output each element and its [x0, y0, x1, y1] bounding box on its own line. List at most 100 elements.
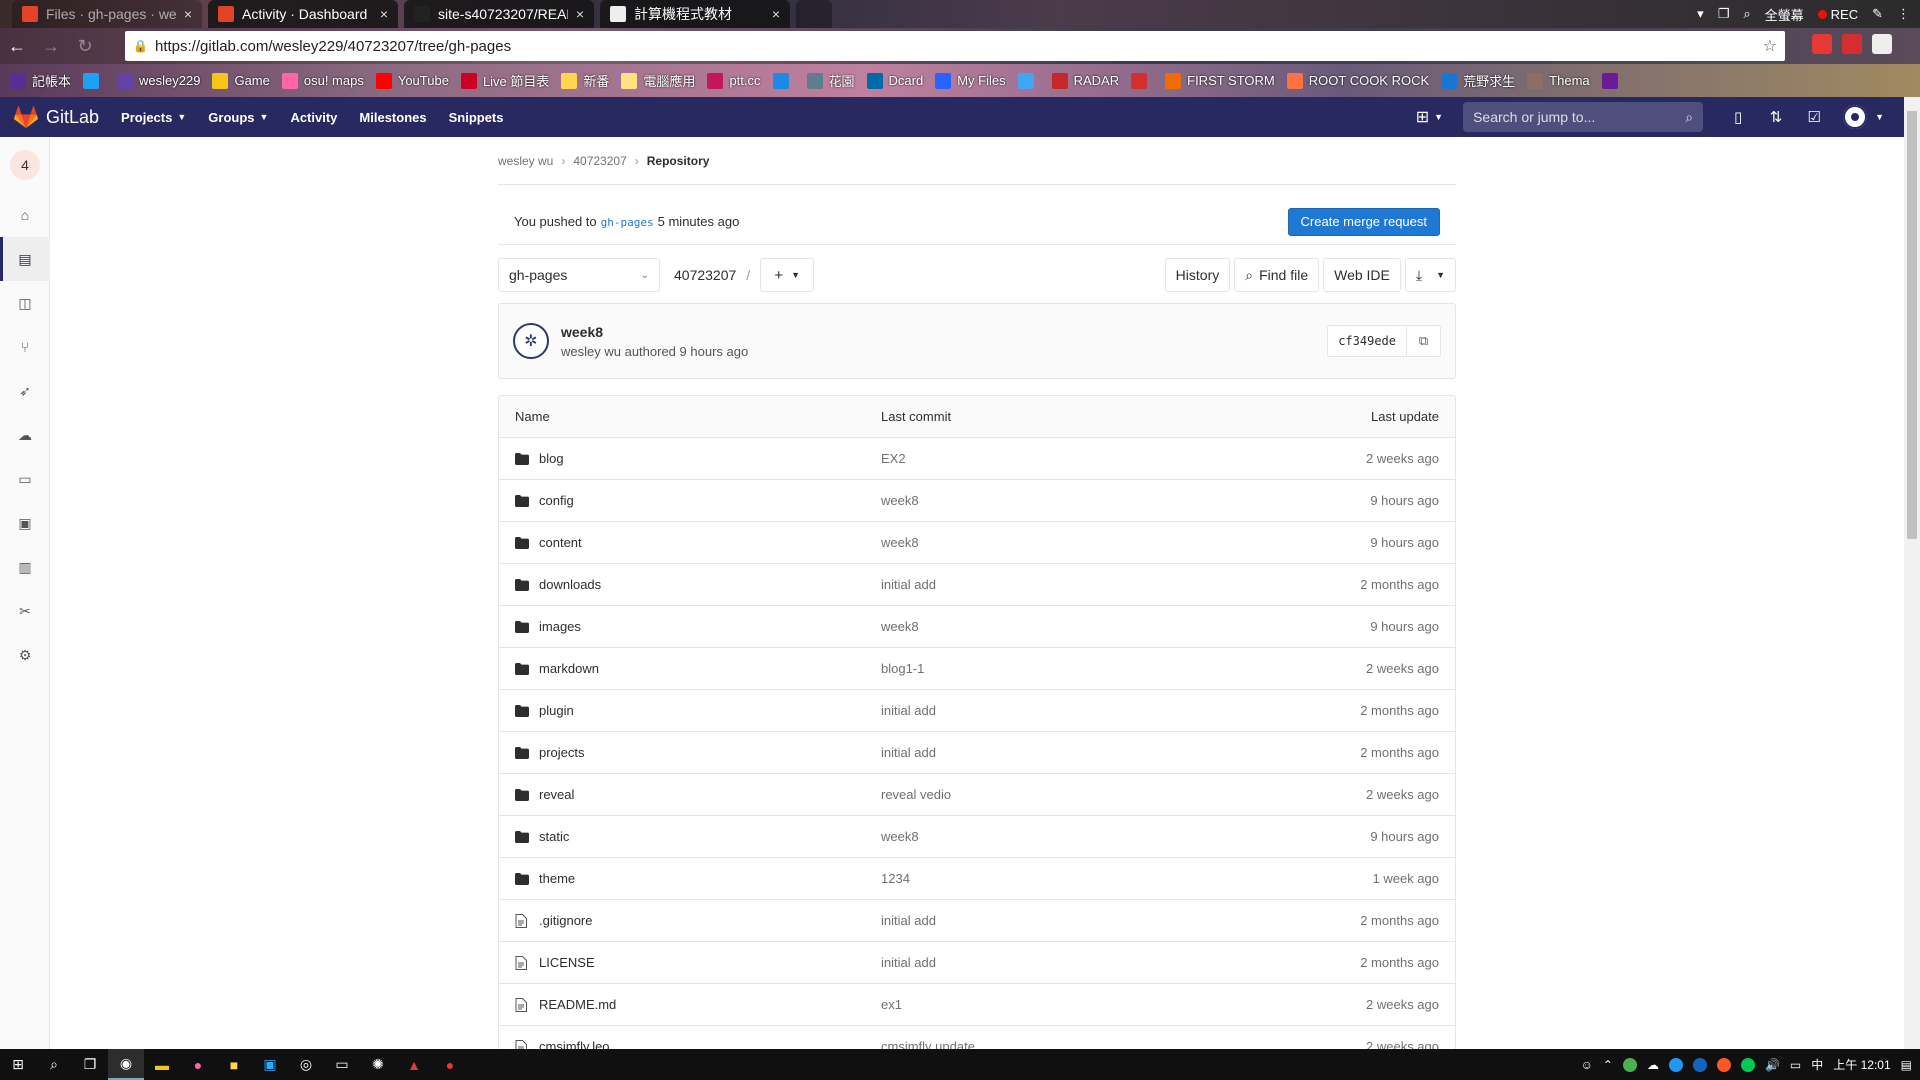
ime-icon[interactable]: 中: [1811, 1056, 1823, 1073]
gitlab-logo[interactable]: GitLab: [14, 106, 99, 128]
new-tab-button[interactable]: [796, 0, 832, 28]
bookmark-item[interactable]: RADAR: [1051, 72, 1119, 89]
menu-projects[interactable]: Projects ▼: [121, 110, 186, 125]
bookmark-item[interactable]: 新番: [561, 71, 609, 90]
todo-icon[interactable]: ☑: [1795, 108, 1833, 126]
file-name-link[interactable]: theme: [539, 871, 575, 886]
sidebar-item-wiki[interactable]: ▥: [0, 545, 50, 589]
bookmark-item[interactable]: [1601, 72, 1624, 89]
file-name-link[interactable]: README.md: [539, 997, 616, 1012]
table-row[interactable]: blog EX2 2 weeks ago: [499, 438, 1455, 480]
start-icon[interactable]: ⊞: [0, 1049, 36, 1080]
restore-icon[interactable]: ❐: [1718, 6, 1730, 22]
dropdown-icon[interactable]: ▾: [1697, 6, 1704, 22]
fullscreen-label[interactable]: 全螢幕: [1765, 5, 1804, 24]
path-root-link[interactable]: 40723207: [674, 267, 736, 283]
table-row[interactable]: LICENSE initial add 2 months ago: [499, 942, 1455, 984]
tray-app-icon[interactable]: [1622, 1057, 1637, 1072]
network-icon[interactable]: ▭: [1790, 1058, 1801, 1072]
find-file-button[interactable]: ⌕ Find file: [1234, 258, 1320, 292]
bookmark-item[interactable]: [83, 72, 105, 89]
file-name-link[interactable]: LICENSE: [539, 955, 595, 970]
scrollbar-thumb[interactable]: [1907, 111, 1917, 539]
browser-tab[interactable]: 計算機程式教材 ×: [600, 0, 790, 28]
bookmark-item[interactable]: YouTube: [375, 72, 449, 89]
merge-request-icon[interactable]: ⇅: [1757, 108, 1795, 126]
last-commit-link[interactable]: initial add: [881, 577, 1255, 592]
sidebar-item-snippets[interactable]: ✂: [0, 589, 50, 633]
notification-icon[interactable]: ▤: [1901, 1058, 1912, 1072]
last-commit-link[interactable]: week8: [881, 619, 1255, 634]
commit-author[interactable]: wesley wu: [561, 344, 621, 359]
bookmark-item[interactable]: Thema: [1527, 72, 1590, 89]
extension-icon[interactable]: [1872, 34, 1892, 54]
task-view-icon[interactable]: ❐: [72, 1049, 108, 1080]
file-name-link[interactable]: static: [539, 829, 569, 844]
menu-groups[interactable]: Groups ▼: [208, 110, 268, 125]
push-branch-link[interactable]: gh-pages: [601, 216, 654, 229]
last-commit-link[interactable]: initial add: [881, 703, 1255, 718]
menu-milestones[interactable]: Milestones: [359, 110, 426, 125]
sidebar-toggle-icon[interactable]: ▯: [1719, 108, 1757, 126]
tray-app-icon[interactable]: [1716, 1057, 1731, 1072]
bookmark-item[interactable]: 荒野求生: [1441, 71, 1515, 90]
table-row[interactable]: static week8 9 hours ago: [499, 816, 1455, 858]
page-scrollbar[interactable]: [1904, 97, 1920, 1049]
record-icon[interactable]: ●: [432, 1049, 468, 1080]
file-name-link[interactable]: images: [539, 619, 581, 634]
file-name-link[interactable]: markdown: [539, 661, 599, 676]
table-row[interactable]: README.md ex1 2 weeks ago: [499, 984, 1455, 1026]
bookmark-item[interactable]: Live 節目表: [460, 71, 549, 90]
search-input[interactable]: Search or jump to... ⌕: [1463, 102, 1704, 132]
table-row[interactable]: markdown blog1-1 2 weeks ago: [499, 648, 1455, 690]
back-icon[interactable]: ←: [0, 31, 34, 61]
browser-tab[interactable]: Activity · Dashboard · G ×: [208, 0, 398, 28]
bookmark-item[interactable]: Dcard: [866, 72, 923, 89]
last-commit-link[interactable]: 1234: [881, 871, 1255, 886]
chevron-down-icon[interactable]: ▼: [1875, 112, 1884, 122]
breadcrumb-project[interactable]: 40723207: [573, 154, 626, 168]
commit-author-avatar[interactable]: ✲: [513, 323, 549, 359]
breadcrumb-owner[interactable]: wesley wu: [498, 154, 553, 168]
table-row[interactable]: theme 1234 1 week ago: [499, 858, 1455, 900]
last-commit-link[interactable]: initial add: [881, 745, 1255, 760]
table-row[interactable]: reveal reveal vedio 2 weeks ago: [499, 774, 1455, 816]
bookmark-item[interactable]: ROOT COOK ROCK: [1286, 72, 1429, 89]
steam-icon[interactable]: [1692, 1057, 1707, 1072]
obs-icon[interactable]: ◎: [288, 1049, 324, 1080]
file-name-link[interactable]: blog: [539, 451, 564, 466]
sidebar-item-issues[interactable]: ◫: [0, 281, 50, 325]
sidebar-item-merge-requests[interactable]: ⑂: [0, 325, 50, 369]
bookmark-item[interactable]: 花園: [806, 71, 855, 90]
sidebar-item-settings[interactable]: ⚙: [0, 633, 50, 677]
browser-tab[interactable]: site-s40723207/READM ×: [404, 0, 594, 28]
copy-icon[interactable]: ⧉: [1407, 325, 1441, 357]
last-commit-link[interactable]: week8: [881, 493, 1255, 508]
file-name-link[interactable]: .gitignore: [539, 913, 592, 928]
forward-icon[interactable]: →: [34, 31, 68, 61]
sidebar-item-project[interactable]: ⌂: [0, 193, 50, 237]
browser-tab[interactable]: Files · gh-pages · wesle ×: [12, 0, 202, 28]
bookmark-item[interactable]: FIRST STORM: [1165, 72, 1275, 89]
file-name-link[interactable]: config: [539, 493, 574, 508]
onedrive-icon[interactable]: ☁: [1647, 1058, 1659, 1072]
last-commit-link[interactable]: initial add: [881, 913, 1255, 928]
last-commit-link[interactable]: EX2: [881, 451, 1255, 466]
app-icon[interactable]: ✺: [360, 1049, 396, 1080]
close-icon[interactable]: ×: [576, 6, 584, 22]
table-row[interactable]: config week8 9 hours ago: [499, 480, 1455, 522]
close-icon[interactable]: ×: [772, 6, 780, 22]
bookmark-item[interactable]: [772, 72, 795, 89]
history-button[interactable]: History: [1164, 258, 1231, 292]
menu-snippets[interactable]: Snippets: [449, 110, 504, 125]
sidebar-item-operations[interactable]: ☁: [0, 413, 50, 457]
clock[interactable]: 上午 12:01: [1833, 1056, 1890, 1073]
bookmark-item[interactable]: osu! maps: [281, 72, 364, 89]
last-commit-link[interactable]: week8: [881, 829, 1255, 844]
bookmark-item[interactable]: [1131, 72, 1153, 89]
last-commit-link[interactable]: week8: [881, 535, 1255, 550]
file-name-link[interactable]: plugin: [539, 703, 574, 718]
create-merge-request-button[interactable]: Create merge request: [1287, 207, 1440, 236]
last-commit-link[interactable]: blog1-1: [881, 661, 1255, 676]
bookmark-item[interactable]: ptt.cc: [707, 72, 761, 89]
